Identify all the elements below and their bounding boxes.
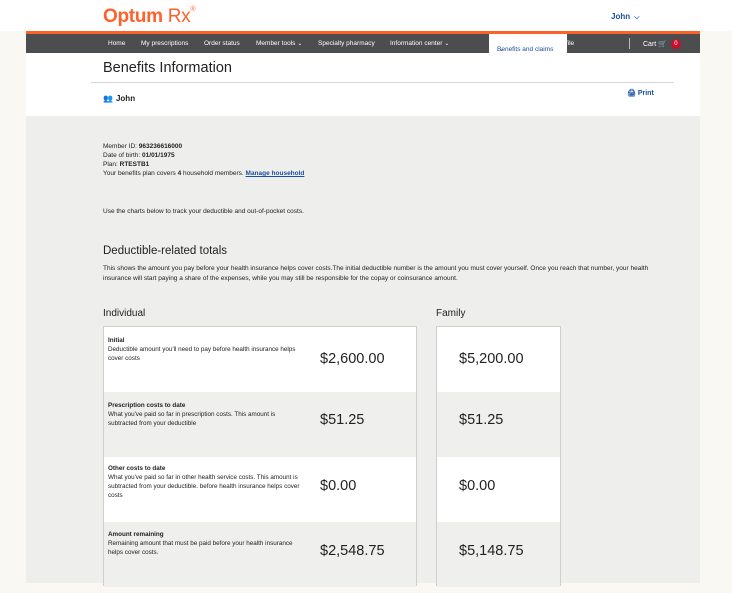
household-count: 4 bbox=[177, 170, 182, 177]
row-label: Other costs to date What you've paid so … bbox=[108, 464, 304, 500]
row-description: Deductible amount you'll need to pay bef… bbox=[108, 346, 296, 362]
user-menu[interactable]: John ⌵ bbox=[611, 12, 639, 22]
cart-icon: 🛒 bbox=[658, 40, 667, 48]
family-amount: $5,200.00 bbox=[459, 351, 524, 367]
individual-amount: $2,600.00 bbox=[320, 351, 385, 367]
row-description: What you've paid so far in other health … bbox=[108, 474, 300, 499]
member-id-value: 963236616000 bbox=[138, 143, 183, 150]
nav-home[interactable]: Home bbox=[108, 40, 125, 47]
individual-amount: $0.00 bbox=[320, 478, 357, 494]
dob-value: 01/01/1975 bbox=[142, 152, 175, 159]
household-prefix: Your benefits plan covers bbox=[103, 170, 176, 177]
nav-information-center-label: Information center bbox=[390, 40, 443, 47]
family-amount: $0.00 bbox=[459, 478, 496, 494]
family-amount: $51.25 bbox=[459, 412, 504, 428]
manage-household-link[interactable]: Manage household bbox=[246, 170, 305, 177]
deductible-row-remaining: Amount remaining Remaining amount that m… bbox=[104, 522, 416, 587]
deductible-row-prescription: Prescription costs to date What you've p… bbox=[104, 392, 416, 457]
dob-line: Date of birth: 01/01/1975 bbox=[103, 152, 175, 159]
printer-icon: 🖨 bbox=[627, 90, 636, 97]
title-divider bbox=[91, 82, 674, 83]
plan-line: Plan: RTESTB1 bbox=[103, 161, 149, 168]
row-title: Amount remaining bbox=[108, 531, 164, 538]
family-row-initial: $5,200.00 bbox=[437, 327, 560, 392]
dob-label: Date of birth: bbox=[103, 152, 141, 159]
row-description: What you've paid so far in prescription … bbox=[108, 411, 276, 427]
chevron-down-icon: ⌄ bbox=[297, 41, 303, 47]
person-icon: 👥 bbox=[103, 94, 113, 103]
row-label: Initial Deductible amount you'll need to… bbox=[108, 336, 304, 363]
row-title: Prescription costs to date bbox=[108, 402, 186, 409]
family-amount: $5,148.75 bbox=[459, 543, 524, 559]
family-row-remaining: $5,148.75 bbox=[437, 522, 560, 587]
nav-my-profile[interactable]: My profile bbox=[546, 40, 574, 47]
chevron-down-icon: ⌄ bbox=[499, 47, 505, 53]
family-row-other-costs: $0.00 bbox=[437, 457, 560, 522]
logo-product: Rx bbox=[167, 6, 191, 27]
nav-divider bbox=[629, 38, 630, 49]
member-selector: 👥 John bbox=[103, 94, 135, 103]
nav-order-status[interactable]: Order status bbox=[204, 40, 240, 47]
household-suffix: household members. bbox=[183, 170, 244, 177]
member-id-label: Member ID: bbox=[103, 143, 137, 150]
plan-label: Plan: bbox=[103, 161, 118, 168]
family-card: $5,200.00 $51.25 $0.00 $5,148.75 bbox=[436, 326, 561, 587]
plan-value: RTESTB1 bbox=[119, 161, 150, 168]
row-title: Initial bbox=[108, 337, 125, 344]
page-title: Benefits Information bbox=[103, 60, 232, 76]
deductible-description: This shows the amount you pay before you… bbox=[103, 265, 649, 282]
individual-card: Initial Deductible amount you'll need to… bbox=[103, 326, 417, 587]
individual-amount: $51.25 bbox=[320, 412, 365, 428]
row-label: Prescription costs to date What you've p… bbox=[108, 401, 304, 428]
member-id-line: Member ID: 963236616000 bbox=[103, 143, 182, 150]
deductible-section-title: Deductible-related totals bbox=[103, 245, 228, 257]
nav-benefits-and-claims-label: Benefits and claims bbox=[497, 46, 554, 53]
cart-link[interactable]: Cart 🛒 0 bbox=[643, 39, 681, 49]
optum-rx-logo[interactable]: Optum Rx® bbox=[103, 6, 195, 28]
cart-label: Cart bbox=[643, 40, 657, 48]
family-heading: Family bbox=[436, 308, 466, 319]
chevron-down-icon: ⌄ bbox=[444, 41, 450, 47]
row-label: Amount remaining Remaining amount that m… bbox=[108, 530, 304, 557]
main-nav: Home My prescriptions Order status Membe… bbox=[26, 31, 700, 53]
family-row-prescription: $51.25 bbox=[437, 392, 560, 457]
deductible-row-other-costs: Other costs to date What you've paid so … bbox=[104, 457, 416, 522]
logo-brand: Optum bbox=[103, 6, 163, 27]
chevron-down-icon: ⌵ bbox=[634, 14, 640, 21]
logo-registered-mark: ® bbox=[190, 6, 196, 13]
print-link[interactable]: 🖨 Print bbox=[627, 89, 654, 97]
nav-my-prescriptions[interactable]: My prescriptions bbox=[141, 40, 188, 47]
nav-member-tools[interactable]: Member tools ⌄ bbox=[256, 40, 302, 47]
individual-amount: $2,548.75 bbox=[320, 543, 385, 559]
household-line: Your benefits plan covers 4 household me… bbox=[103, 170, 304, 177]
print-label: Print bbox=[637, 90, 654, 97]
nav-information-center[interactable]: Information center ⌄ bbox=[390, 40, 449, 47]
individual-heading: Individual bbox=[103, 308, 146, 319]
row-description: Remaining amount that must be paid befor… bbox=[108, 540, 293, 556]
deductible-row-initial: Initial Deductible amount you'll need to… bbox=[104, 327, 416, 392]
member-name-label: John bbox=[115, 94, 136, 103]
cart-count-badge: 0 bbox=[670, 39, 681, 49]
top-header: Optum Rx® John ⌵ bbox=[0, 0, 732, 31]
nav-specialty-pharmacy[interactable]: Specialty pharmacy bbox=[318, 40, 375, 47]
nav-member-tools-label: Member tools bbox=[256, 40, 296, 47]
instructions-text: Use the charts below to track your deduc… bbox=[103, 208, 304, 215]
row-title: Other costs to date bbox=[108, 465, 166, 472]
user-menu-label: John bbox=[611, 12, 631, 21]
